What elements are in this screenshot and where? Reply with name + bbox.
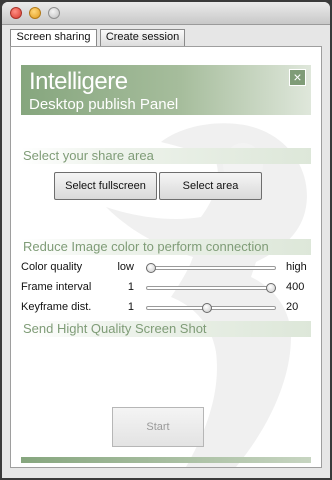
close-icon[interactable]: × — [289, 69, 306, 86]
color-quality-slider[interactable] — [146, 266, 276, 270]
keyframe-dist-max-label: 20 — [286, 301, 299, 313]
tab-create-session[interactable]: Create session — [100, 29, 185, 46]
close-window-button[interactable] — [10, 7, 22, 19]
color-quality-label: Color quality — [21, 261, 83, 273]
frame-interval-max-label: 400 — [286, 281, 305, 293]
start-button[interactable]: Start — [112, 407, 204, 447]
high-quality-heading: Send Hight Quality Screen Shot — [21, 321, 311, 337]
select-area-button[interactable]: Select area — [159, 172, 262, 200]
frame-interval-min-label: 1 — [127, 281, 134, 293]
share-area-heading: Select your share area — [21, 148, 311, 164]
color-quality-min-label: low — [117, 261, 134, 273]
banner-subtitle: Desktop publish Panel — [29, 96, 179, 113]
screen-sharing-panel: Intelligere Desktop publish Panel × Sele… — [10, 46, 322, 468]
color-quality-max-label: high — [286, 261, 307, 273]
minimize-window-button[interactable] — [29, 7, 41, 19]
banner-title: Intelligere — [29, 68, 128, 95]
app-window: Screen sharing Create session Intelliger… — [2, 2, 330, 478]
color-quality-slider-thumb[interactable] — [146, 263, 156, 273]
frame-interval-label: Frame interval — [21, 281, 92, 293]
reduce-color-heading: Reduce Image color to perform connection — [21, 239, 311, 255]
tab-screen-sharing[interactable]: Screen sharing — [10, 29, 97, 47]
footer-accent-bar — [21, 457, 311, 463]
keyframe-dist-label: Keyframe dist. — [21, 301, 92, 313]
keyframe-dist-min-label: 1 — [127, 301, 134, 313]
frame-interval-slider-thumb[interactable] — [266, 283, 276, 293]
title-bar[interactable] — [2, 2, 330, 25]
app-banner: Intelligere Desktop publish Panel × — [21, 65, 311, 115]
zoom-window-button[interactable] — [48, 7, 60, 19]
frame-interval-slider[interactable] — [146, 286, 276, 290]
select-fullscreen-button[interactable]: Select fullscreen — [54, 172, 157, 200]
